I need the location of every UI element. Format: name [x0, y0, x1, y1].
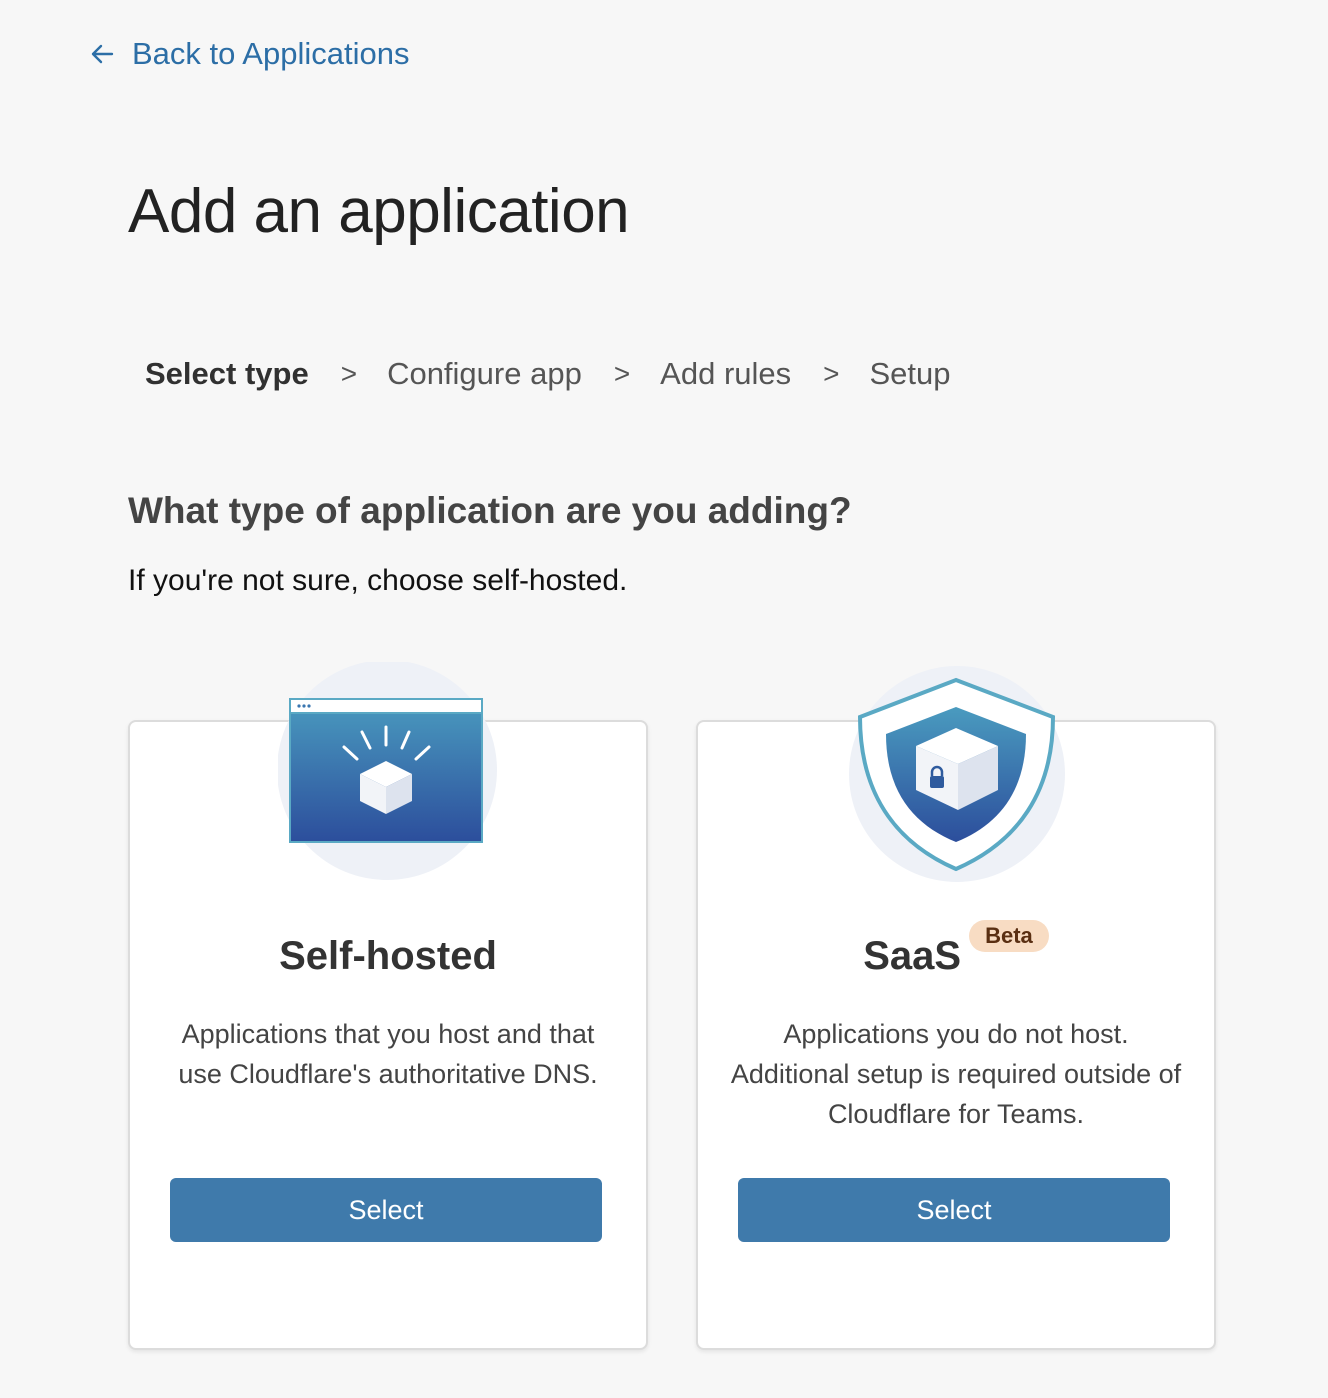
beta-badge: Beta	[969, 920, 1049, 952]
saas-title-row: SaaS Beta	[698, 920, 1214, 979]
step-add-rules: Add rules	[660, 356, 792, 391]
saas-select-button[interactable]: Select	[738, 1178, 1170, 1242]
self-hosted-title: Self-hosted	[279, 934, 497, 978]
saas-description: Applications you do not host. Additional…	[730, 1019, 1182, 1129]
step-separator: >	[823, 358, 840, 389]
arrow-left-icon	[91, 44, 114, 64]
wizard-steps: Select type > Configure app > Add rules …	[145, 356, 951, 392]
page-title: Add an application	[128, 177, 630, 246]
step-select-type: Select type	[145, 356, 309, 391]
back-link-label: Back to Applications	[132, 36, 410, 71]
step-configure-app: Configure app	[387, 356, 582, 391]
browser-window-box-icon	[278, 662, 497, 880]
saas-title: SaaS	[863, 934, 962, 978]
page: Back to Applications Add an application …	[0, 0, 1328, 1398]
section-question: What type of application are you adding?	[128, 490, 852, 531]
step-separator: >	[340, 358, 358, 389]
self-hosted-select-button[interactable]: Select	[170, 1178, 602, 1242]
back-to-applications-link[interactable]: Back to Applications	[88, 36, 409, 72]
shield-lock-box-icon	[849, 666, 1065, 882]
self-hosted-description: Applications that you host and that use …	[178, 1019, 598, 1089]
step-separator: >	[613, 358, 631, 389]
section-hint: If you're not sure, choose self-hosted.	[128, 564, 628, 597]
step-setup: Setup	[869, 356, 951, 391]
